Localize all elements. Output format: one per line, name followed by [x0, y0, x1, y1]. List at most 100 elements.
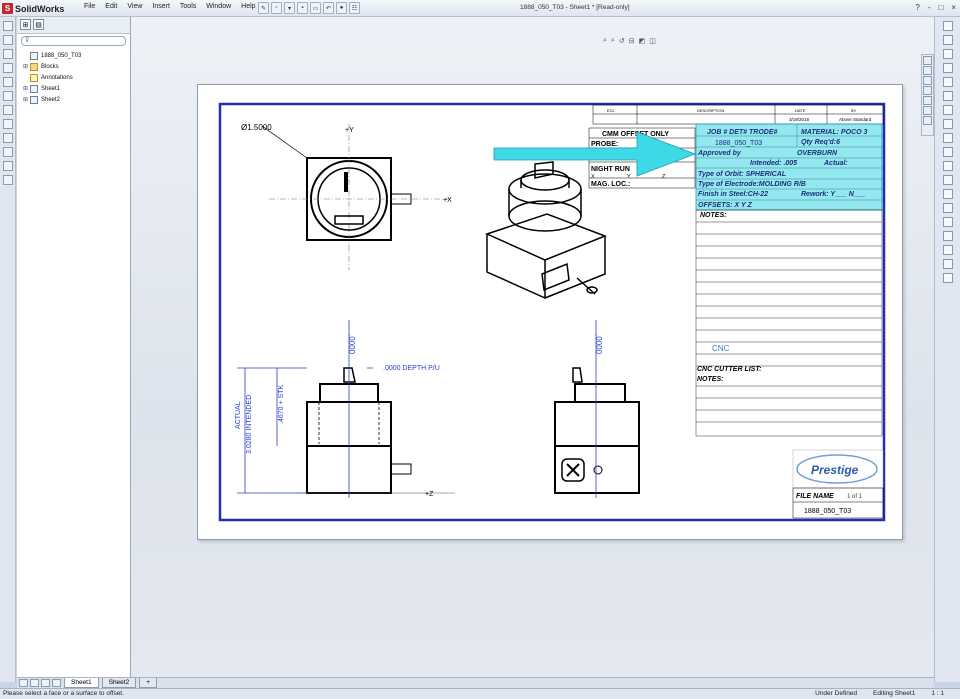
diameter-dimension[interactable]: Ø1.5000: [241, 123, 272, 132]
mirror-icon[interactable]: [943, 175, 953, 185]
depth-note[interactable]: .0000 DEPTH P/U: [383, 365, 440, 372]
options-icon[interactable]: ☷: [349, 2, 360, 14]
print-icon[interactable]: ▭: [310, 2, 321, 14]
zoom-fit-icon[interactable]: ⌕: [603, 37, 607, 45]
tree-item-blocks[interactable]: ⊞ Blocks: [23, 61, 124, 72]
probe-label: PROBE:: [591, 141, 618, 148]
menu-tools[interactable]: Tools: [180, 3, 196, 10]
table-icon[interactable]: [3, 119, 13, 129]
notes-block[interactable]: [695, 209, 883, 437]
tree-root[interactable]: 1888_050_T03: [23, 50, 124, 61]
tab-sheet2[interactable]: Sheet2: [101, 678, 137, 688]
rebuild-icon[interactable]: ●: [336, 2, 347, 14]
tab-sheet1[interactable]: Sheet1: [64, 678, 99, 688]
dimension-zero-front[interactable]: .0000: [347, 334, 356, 355]
intended-dimension[interactable]: 3.0280 INTENDED: [246, 395, 253, 454]
undo-icon[interactable]: ↶: [323, 2, 334, 14]
menu-view[interactable]: View: [127, 3, 142, 10]
trim-icon[interactable]: [943, 161, 953, 171]
view-orientation-icon[interactable]: ◩: [639, 37, 646, 45]
front-view[interactable]: [297, 320, 455, 498]
tree-filter-input[interactable]: ⊽: [21, 36, 126, 46]
drawing-svg[interactable]: Ø1.5000 +Y +X +Z .0000 .0000 DEPTH P/U .…: [197, 84, 903, 540]
drawing-tool-icon[interactable]: [3, 21, 13, 31]
dimension-icon[interactable]: [3, 77, 13, 87]
tree-item-sheet1[interactable]: ⊞ Sheet1: [23, 83, 124, 94]
relation-icon[interactable]: [943, 203, 953, 213]
dimension-zero-side[interactable]: .0000: [594, 334, 603, 355]
zoom-area-icon[interactable]: ⌕: [611, 37, 615, 45]
section-view-icon[interactable]: ⊟: [629, 37, 635, 45]
fillet-icon[interactable]: [943, 147, 953, 157]
sketch-tool-icon[interactable]: [923, 56, 932, 65]
isometric-view[interactable]: [484, 161, 608, 300]
line-tool-icon[interactable]: [923, 66, 932, 75]
height-dimension[interactable]: .4670 + STK: [278, 385, 285, 424]
top-view[interactable]: [261, 124, 449, 270]
dimension-icon[interactable]: [943, 217, 953, 227]
folder-tool-icon[interactable]: [923, 86, 932, 95]
expand-icon[interactable]: ⊞: [23, 85, 30, 92]
smart-dimension-icon[interactable]: [923, 116, 932, 125]
night-run-label: NIGHT RUN: [591, 166, 630, 173]
actual-label[interactable]: ACTUAL: [235, 401, 242, 429]
app-logo[interactable]: S SolidWorks: [2, 2, 64, 15]
tree-item-annotations[interactable]: Annotations: [23, 72, 124, 83]
pattern-icon[interactable]: [943, 189, 953, 199]
line-icon[interactable]: [943, 35, 953, 45]
spline-icon[interactable]: [943, 91, 953, 101]
balloon-icon[interactable]: [3, 105, 13, 115]
circle-icon[interactable]: [943, 63, 953, 73]
annotation-icon[interactable]: [3, 49, 13, 59]
tree-item-sheet2[interactable]: ⊞ Sheet2: [23, 94, 124, 105]
menu-file[interactable]: File: [84, 3, 95, 10]
convert-icon[interactable]: [943, 245, 953, 255]
menu-edit[interactable]: Edit: [105, 3, 117, 10]
point-icon[interactable]: [943, 105, 953, 115]
section-icon[interactable]: [3, 161, 13, 171]
close-icon[interactable]: ×: [951, 3, 956, 12]
pin-icon[interactable]: ✎: [258, 2, 269, 14]
new-document-icon[interactable]: ▫: [271, 2, 282, 14]
note-icon[interactable]: [3, 91, 13, 101]
appearance-tool-icon[interactable]: [923, 106, 932, 115]
property-manager-tab-icon[interactable]: ▤: [33, 19, 44, 30]
move-icon[interactable]: [943, 259, 953, 269]
menu-insert[interactable]: Insert: [152, 3, 170, 10]
arc-icon[interactable]: [943, 77, 953, 87]
sketch-icon[interactable]: [943, 21, 953, 31]
sketch-icon[interactable]: [3, 63, 13, 73]
prev-sheet-icon[interactable]: [30, 679, 39, 687]
layer-icon[interactable]: [3, 147, 13, 157]
previous-view-icon[interactable]: ↺: [619, 37, 625, 45]
qty-label: Qty Req'd:6: [801, 139, 840, 146]
material-label: MATERIAL: POCO 3: [801, 129, 867, 136]
add-sheet-icon[interactable]: +: [139, 678, 158, 688]
centerline-icon[interactable]: [943, 119, 953, 129]
block-icon[interactable]: [3, 133, 13, 143]
rectangle-icon[interactable]: [943, 49, 953, 59]
next-sheet-icon[interactable]: [41, 679, 50, 687]
help-icon[interactable]: ?: [915, 3, 919, 12]
view-layout-icon[interactable]: [3, 35, 13, 45]
last-sheet-icon[interactable]: [52, 679, 61, 687]
display-style-icon[interactable]: ◫: [649, 37, 656, 45]
minimize-icon[interactable]: -: [928, 3, 931, 12]
rotate-icon[interactable]: [943, 273, 953, 283]
maximize-icon[interactable]: □: [938, 3, 943, 12]
expand-icon[interactable]: ⊞: [23, 63, 30, 70]
color-tool-icon[interactable]: [923, 96, 932, 105]
feature-tree-tab-icon[interactable]: ⊞: [20, 19, 31, 30]
text-icon[interactable]: [943, 133, 953, 143]
first-sheet-icon[interactable]: [19, 679, 28, 687]
menu-window[interactable]: Window: [206, 3, 231, 10]
open-icon[interactable]: ▾: [284, 2, 295, 14]
actual-value-label: Actual:: [823, 160, 848, 167]
front-dimensions[interactable]: [237, 367, 373, 494]
offset-icon[interactable]: [943, 231, 953, 241]
grid-tool-icon[interactable]: [923, 76, 932, 85]
menu-help[interactable]: Help: [241, 3, 255, 10]
expand-icon[interactable]: ⊞: [23, 96, 30, 103]
detail-icon[interactable]: [3, 175, 13, 185]
save-icon[interactable]: ▪: [297, 2, 308, 14]
